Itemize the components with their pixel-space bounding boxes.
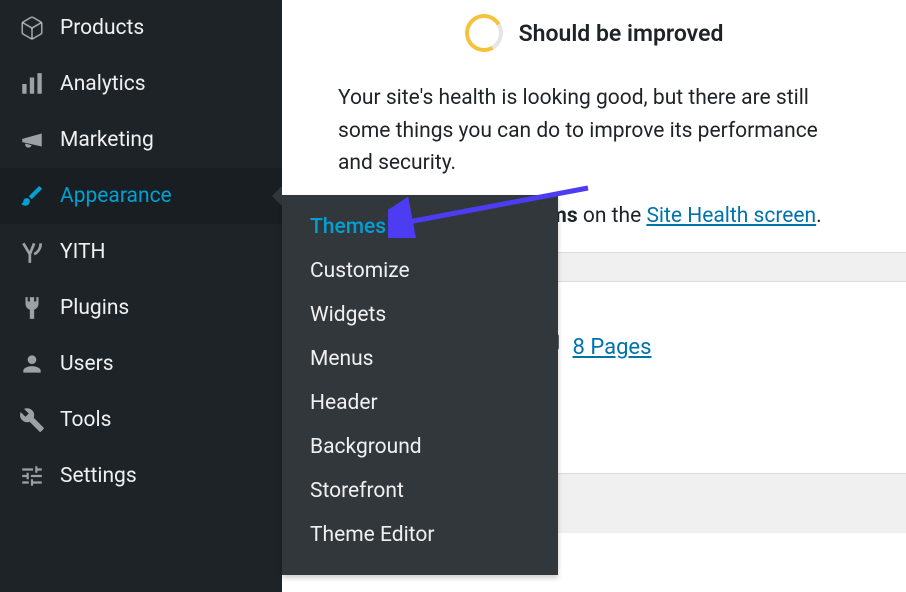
sidebar-item-label: Products — [60, 16, 144, 40]
sidebar-item-yith[interactable]: YITH — [0, 224, 282, 280]
sliders-icon — [18, 462, 46, 490]
admin-sidebar: Products Analytics Marketing Appearance … — [0, 0, 282, 592]
submenu-item-background[interactable]: Background — [282, 425, 558, 469]
sidebar-item-marketing[interactable]: Marketing — [0, 112, 282, 168]
sidebar-item-label: YITH — [60, 240, 106, 264]
sidebar-item-settings[interactable]: Settings — [0, 448, 282, 504]
appearance-submenu: Themes Customize Widgets Menus Header Ba… — [282, 195, 558, 575]
pages-count-link[interactable]: 8 Pages — [573, 335, 652, 360]
site-health-status: Should be improved — [519, 20, 724, 47]
site-health-description: Your site's health is looking good, but … — [282, 82, 906, 200]
brush-icon — [18, 182, 46, 210]
user-icon — [18, 350, 46, 378]
wrench-icon — [18, 406, 46, 434]
submenu-item-header[interactable]: Header — [282, 381, 558, 425]
plug-icon — [18, 294, 46, 322]
sidebar-item-analytics[interactable]: Analytics — [0, 56, 282, 112]
sidebar-item-tools[interactable]: Tools — [0, 392, 282, 448]
submenu-item-menus[interactable]: Menus — [282, 337, 558, 381]
submenu-item-themes[interactable]: Themes — [282, 205, 558, 249]
site-health-screen-link[interactable]: Site Health screen — [646, 204, 816, 228]
sidebar-item-appearance[interactable]: Appearance — [0, 168, 282, 224]
site-health-header: Should be improved — [282, 0, 906, 82]
sidebar-item-label: Tools — [60, 408, 111, 432]
submenu-item-storefront[interactable]: Storefront — [282, 469, 558, 513]
sidebar-item-label: Settings — [60, 464, 137, 488]
progress-circle-icon — [460, 10, 507, 57]
submenu-item-widgets[interactable]: Widgets — [282, 293, 558, 337]
bar-chart-icon — [18, 70, 46, 98]
sidebar-item-label: Appearance — [60, 184, 172, 208]
megaphone-icon — [18, 126, 46, 154]
box-icon — [18, 14, 46, 42]
submenu-item-theme-editor[interactable]: Theme Editor — [282, 513, 558, 557]
sidebar-item-users[interactable]: Users — [0, 336, 282, 392]
sidebar-item-label: Users — [60, 352, 114, 376]
sidebar-item-label: Analytics — [60, 72, 146, 96]
sidebar-item-products[interactable]: Products — [0, 0, 282, 56]
yith-icon — [18, 238, 46, 266]
submenu-item-customize[interactable]: Customize — [282, 249, 558, 293]
sidebar-item-label: Plugins — [60, 296, 129, 320]
sidebar-item-label: Marketing — [60, 128, 154, 152]
sidebar-item-plugins[interactable]: Plugins — [0, 280, 282, 336]
